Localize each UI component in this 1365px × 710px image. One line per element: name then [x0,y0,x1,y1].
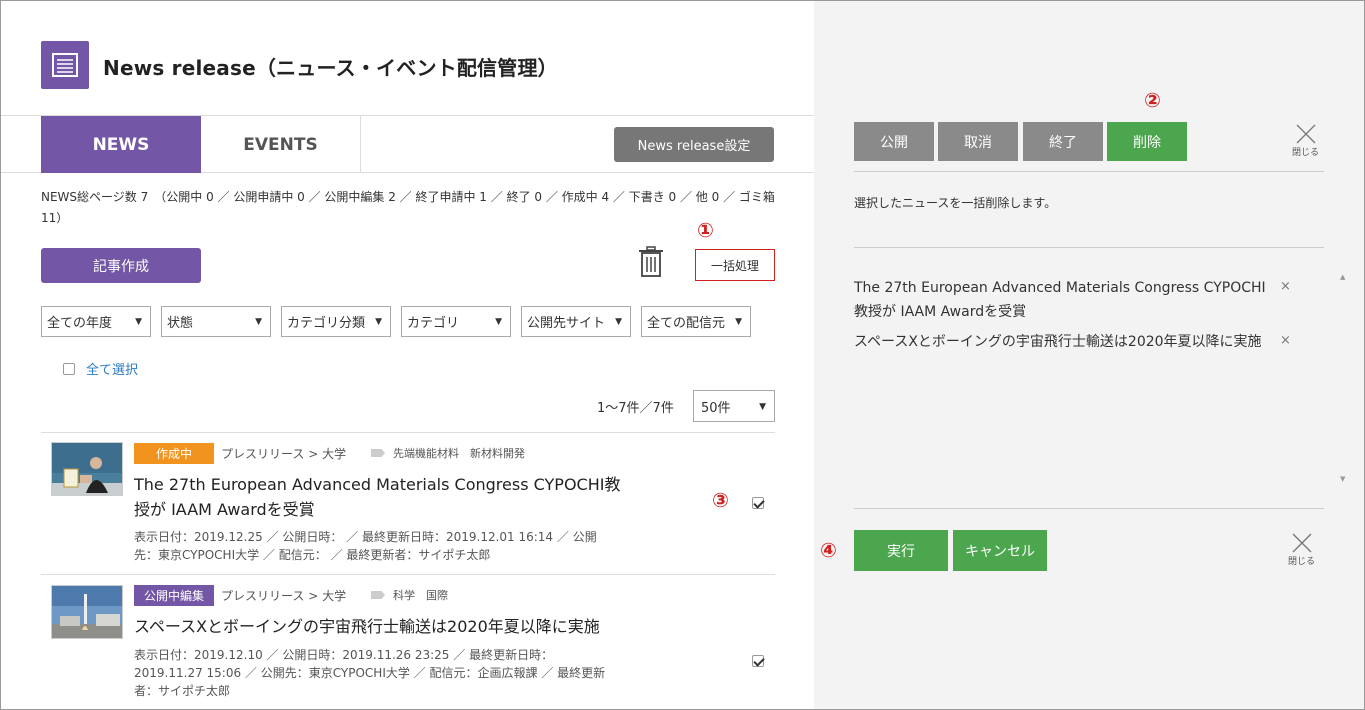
selected-item: スペースXとボーイングの宇宙飛行士輸送は2020年夏以降に実施 [854,334,1262,350]
revoke-action-button[interactable]: 取消 [938,122,1018,161]
dropdown-arrow-icon: ▼ [759,402,766,412]
publish-action-button[interactable]: 公開 [854,122,934,161]
dropdown-arrow-icon: ▼ [735,317,742,327]
status-badge: 作成中 [134,443,214,464]
tab-events[interactable]: EVENTS [201,116,361,173]
dropdown-arrow-icon: ▼ [375,317,382,327]
breadcrumb: プレスリリース > 大学 [221,589,347,603]
article-title[interactable]: The 27th European Advanced Materials Con… [134,472,634,522]
item-checkbox[interactable] [752,655,764,667]
main-area: News release（ニュース・イベント配信管理） NEWS EVENTS … [1,1,814,709]
publish-site-filter-select[interactable]: 公開先サイト ▼ [521,306,631,337]
article-title[interactable]: スペースXとボーイングの宇宙飛行士輸送は2020年夏以降に実施 [134,614,734,639]
dropdown-arrow-icon: ▼ [495,317,502,327]
list-divider [41,574,775,575]
end-action-button[interactable]: 終了 [1023,122,1103,161]
page-count-summary: NEWS総ページ数 7 （公開中 0 ／ 公開申請中 0 ／ 公開中編集 2 ／… [41,190,775,225]
remove-item-icon[interactable]: × [1280,279,1291,294]
source-filter-select[interactable]: 全ての配信元 ▼ [641,306,751,337]
close-icon [1296,124,1315,144]
dropdown-arrow-icon: ▼ [255,317,262,327]
dropdown-arrow-icon: ▼ [615,317,622,327]
remove-item-icon[interactable]: × [1280,333,1291,348]
close-button[interactable]: 閉じる [1288,532,1315,567]
article-thumbnail[interactable] [51,442,123,496]
item-checkbox[interactable] [752,497,764,509]
bulk-process-panel: ② 公開 取消 終了 削除 閉じる 選択したニュースを一括削除します。 The … [814,1,1364,709]
scroll-down-icon[interactable]: ▼ [1340,475,1345,483]
select-all-label[interactable]: 全て選択 [86,359,138,378]
tag-icon [371,591,385,599]
panel-divider [854,508,1324,509]
list-item: 公開中編集 プレスリリース > 大学 科学 国際 スペースXとボーイングの宇宙飛… [1,20,814,698]
marker-3: ③ [712,488,729,512]
marker-1: ① [697,218,714,242]
category-group-filter-select[interactable]: カテゴリ分類 ▼ [281,306,391,337]
panel-divider [854,171,1324,172]
cancel-button[interactable]: キャンセル [953,530,1047,571]
scroll-up-icon[interactable]: ▲ [1340,273,1345,281]
list-divider [41,432,775,433]
selected-item: The 27th European Advanced Materials Con… [854,280,1266,320]
execute-button[interactable]: 実行 [854,530,948,571]
delete-action-button[interactable]: 削除 [1107,122,1187,161]
create-article-button[interactable]: 記事作成 [41,248,201,283]
marker-4: ④ [820,538,837,562]
list-item: 作成中 プレスリリース > 大学 先端機能材料 新材料開発 The 27th E… [1,1,814,562]
result-count: 1〜7件／7件 [597,401,674,416]
status-badge: 公開中編集 [134,585,214,606]
category-filter-select[interactable]: カテゴリ ▼ [401,306,511,337]
year-filter-select[interactable]: 全ての年度 ▼ [41,306,151,337]
select-all[interactable]: 全て選択 [63,359,138,378]
news-release-settings-button[interactable]: News release設定 [614,127,774,162]
document-list-icon [41,41,89,89]
article-meta: 表示日付：2019.12.10 ／ 公開日時：2019.11.26 23:25 … [134,648,606,698]
tab-news[interactable]: NEWS [41,116,201,173]
breadcrumb: プレスリリース > 大学 [221,447,347,461]
close-button[interactable]: 閉じる [1292,123,1319,158]
article-thumbnail[interactable] [51,585,123,639]
tag-list: 先端機能材料 新材料開発 [371,445,525,461]
panel-divider [854,247,1324,248]
dropdown-arrow-icon: ▼ [135,317,142,327]
tag-list: 科学 国際 [371,587,448,603]
select-all-checkbox[interactable] [63,362,75,375]
close-icon [1292,533,1311,553]
selected-items-list: The 27th European Advanced Materials Con… [854,269,1345,491]
marker-2: ② [1144,88,1161,112]
action-description: 選択したニュースを一括削除します。 [854,196,1057,210]
article-meta: 表示日付：2019.12.25 ／ 公開日時： ／ 最終更新日時：2019.12… [134,530,597,562]
trash-icon[interactable] [638,246,664,282]
per-page-select[interactable]: 50件 ▼ [693,390,775,422]
bulk-process-button[interactable]: 一括処理 [695,249,775,281]
status-filter-select[interactable]: 状態 ▼ [161,306,271,337]
page-title: News release（ニュース・イベント配信管理） [103,56,558,80]
tag-icon [371,449,385,457]
